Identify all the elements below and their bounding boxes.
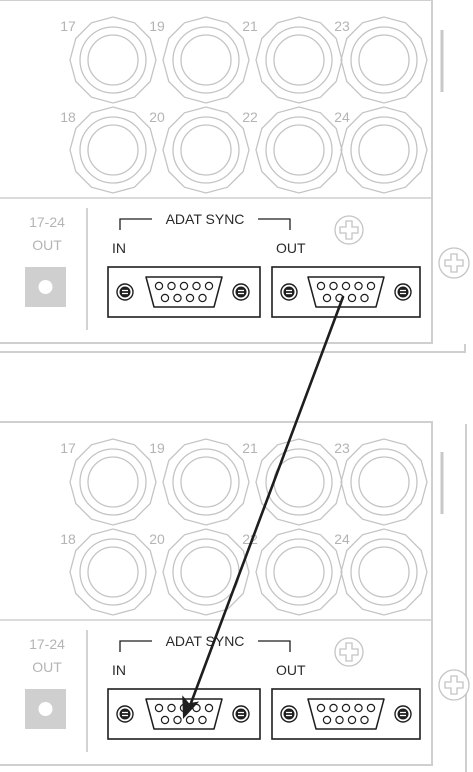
bottom-unit: 17 19 21 23 18 20 22 24 17-24 OUT ADAT S… — [0, 421, 470, 772]
jack-label: 18 — [60, 109, 76, 125]
screw-icon — [116, 283, 134, 301]
jack-24 — [340, 106, 428, 194]
jack-18 — [69, 528, 157, 616]
jack-label: 18 — [60, 531, 76, 547]
jack-17 — [69, 438, 157, 526]
jack-20 — [162, 528, 250, 616]
db9-shell — [145, 276, 223, 308]
out-port-label: OUT — [276, 662, 306, 678]
bracket-left — [119, 218, 152, 230]
adat-sync-label: ADAT SYNC — [166, 211, 245, 227]
out-port-label: OUT — [276, 240, 306, 256]
adat-sync-connection-diagram: 17 19 21 23 18 20 22 24 17-24 OUT ADAT S… — [0, 0, 470, 772]
adat-sync-out-port[interactable] — [271, 266, 421, 318]
ground-screw-icon — [438, 669, 470, 701]
adat-sync-label: ADAT SYNC — [166, 633, 245, 649]
jack-label: 17 — [60, 440, 76, 456]
out-label: OUT — [32, 237, 62, 253]
adat-sync-out-port[interactable] — [271, 688, 421, 740]
jack-20 — [162, 106, 250, 194]
jack-label: 20 — [149, 531, 165, 547]
jack-21 — [255, 438, 343, 526]
jack-23 — [340, 16, 428, 104]
jack-22 — [255, 106, 343, 194]
out-group-label: 17-24 — [29, 214, 65, 230]
jack-label: 21 — [242, 18, 258, 34]
jack-label: 23 — [334, 18, 350, 34]
jack-23 — [340, 438, 428, 526]
ground-screw-icon — [438, 247, 470, 279]
jack-label: 19 — [149, 440, 165, 456]
jack-19 — [162, 438, 250, 526]
ground-screw-icon — [334, 215, 364, 245]
jack-label: 19 — [149, 18, 165, 34]
db9-shell — [307, 276, 385, 308]
jack-label: 17 — [60, 18, 76, 34]
screw-icon — [232, 705, 250, 723]
out-group-label: 17-24 — [29, 636, 65, 652]
jack-label: 23 — [334, 440, 350, 456]
in-label: IN — [112, 240, 126, 256]
bracket-right — [258, 218, 291, 230]
jack-label: 24 — [334, 531, 350, 547]
panel-shadow — [0, 344, 466, 353]
jack-label: 21 — [242, 440, 258, 456]
jack-label: 22 — [242, 109, 258, 125]
jack-24 — [340, 528, 428, 616]
screw-icon — [280, 705, 298, 723]
out-button-light — [38, 280, 53, 294]
screw-icon — [394, 283, 412, 301]
adat-sync-in-port[interactable] — [107, 266, 261, 318]
jack-22 — [255, 528, 343, 616]
top-unit: 17 19 21 23 18 20 22 24 17-24 OUT ADAT S… — [0, 0, 470, 353]
ground-screw-icon — [334, 637, 364, 667]
in-label: IN — [112, 662, 126, 678]
out-button-light — [38, 702, 53, 716]
screw-icon — [394, 705, 412, 723]
jack-19 — [162, 16, 250, 104]
bracket-right — [258, 640, 291, 652]
bracket-left — [119, 640, 152, 652]
screw-icon — [116, 705, 134, 723]
jack-21 — [255, 16, 343, 104]
jack-label: 20 — [149, 109, 165, 125]
out-label: OUT — [32, 659, 62, 675]
screw-icon — [280, 283, 298, 301]
connection-line — [189, 295, 345, 705]
jack-label: 24 — [334, 109, 350, 125]
jack-18 — [69, 106, 157, 194]
screw-icon — [232, 283, 250, 301]
jack-17 — [69, 16, 157, 104]
db9-shell — [307, 698, 385, 730]
